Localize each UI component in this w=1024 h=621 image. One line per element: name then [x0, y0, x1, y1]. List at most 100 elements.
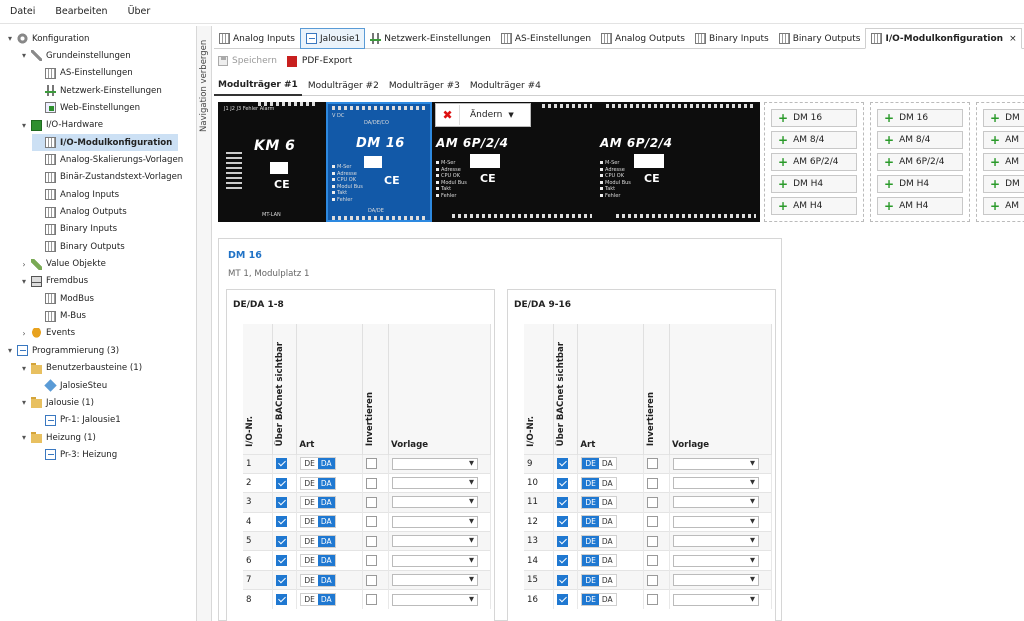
- art-de-option[interactable]: DE: [582, 496, 599, 508]
- bacnet-visible-checkbox[interactable]: [557, 535, 569, 547]
- art-da-option[interactable]: DA: [317, 555, 335, 567]
- add-module-button[interactable]: + DM: [983, 109, 1024, 127]
- tab-modultraeger-3[interactable]: Modulträger #3: [385, 76, 464, 96]
- add-module-button[interactable]: + AM: [983, 131, 1024, 149]
- add-module-button[interactable]: + AM H4: [877, 197, 963, 215]
- expand-toggle-icon[interactable]: ›: [18, 329, 30, 338]
- pdf-export-button[interactable]: PDF-Export: [286, 55, 352, 67]
- tree-item[interactable]: Binär-Zustandstext-Vorlagen: [32, 169, 182, 186]
- art-da-option[interactable]: DA: [598, 555, 616, 567]
- add-module-button[interactable]: + DM H4: [877, 175, 963, 193]
- bacnet-visible-checkbox[interactable]: [276, 516, 288, 528]
- menu-ueber[interactable]: Über: [118, 6, 161, 17]
- menu-datei[interactable]: Datei: [0, 6, 45, 17]
- menu-bearbeiten[interactable]: Bearbeiten: [45, 6, 117, 17]
- art-da-option[interactable]: DA: [317, 458, 335, 470]
- add-module-button[interactable]: + AM: [983, 197, 1024, 215]
- expand-toggle-icon[interactable]: ▾: [4, 34, 16, 43]
- bacnet-visible-checkbox[interactable]: [276, 574, 288, 586]
- art-de-option[interactable]: DE: [582, 535, 599, 547]
- expand-toggle-icon[interactable]: ▾: [18, 277, 30, 286]
- invert-checkbox[interactable]: [647, 477, 659, 489]
- invert-checkbox[interactable]: [647, 496, 659, 508]
- bacnet-visible-checkbox[interactable]: [276, 594, 288, 606]
- art-da-option[interactable]: DA: [598, 458, 616, 470]
- tree-item[interactable]: AS-Einstellungen: [32, 65, 133, 82]
- expand-toggle-icon[interactable]: ▾: [18, 398, 30, 407]
- tab-modultraeger-1[interactable]: Modulträger #1: [214, 76, 302, 96]
- add-module-button[interactable]: + DM 16: [877, 109, 963, 127]
- vorlage-dropdown[interactable]: [392, 477, 479, 490]
- invert-checkbox[interactable]: [366, 535, 378, 547]
- tree-item[interactable]: ModBus: [32, 290, 94, 307]
- art-de-option[interactable]: DE: [301, 535, 318, 547]
- art-de-option[interactable]: DE: [301, 555, 318, 567]
- vorlage-dropdown[interactable]: [673, 477, 760, 490]
- invert-checkbox[interactable]: [647, 574, 659, 586]
- tree-item[interactable]: Analog Outputs: [32, 204, 127, 221]
- tree-item[interactable]: I/O-Modulkonfiguration: [32, 134, 179, 152]
- tab-analog-outputs[interactable]: Analog Outputs: [596, 28, 690, 49]
- art-da-option[interactable]: DA: [317, 574, 335, 586]
- bacnet-visible-checkbox[interactable]: [557, 477, 569, 489]
- invert-checkbox[interactable]: [366, 574, 378, 586]
- vorlage-dropdown[interactable]: [673, 574, 760, 587]
- tab-io-modulkonfiguration[interactable]: I/O-Modulkonfiguration ×: [865, 28, 1022, 49]
- vorlage-dropdown[interactable]: [392, 515, 479, 528]
- add-module-button[interactable]: + AM: [983, 153, 1024, 171]
- expand-toggle-icon[interactable]: ▾: [18, 433, 30, 442]
- invert-checkbox[interactable]: [366, 496, 378, 508]
- expand-toggle-icon[interactable]: ▾: [18, 364, 30, 373]
- tree-item[interactable]: Netzwerk-Einstellungen: [32, 82, 162, 99]
- invert-checkbox[interactable]: [647, 458, 659, 470]
- tree-item[interactable]: Binary Inputs: [32, 221, 117, 238]
- vorlage-dropdown[interactable]: [673, 554, 760, 567]
- art-de-option[interactable]: DE: [301, 496, 318, 508]
- module-am6p-2[interactable]: AM 6P/2/4 CE M-Ser Adresse CPU OK Modul Bus…: [596, 102, 760, 222]
- change-module-dropdown[interactable]: Ändern ▼: [460, 110, 514, 120]
- bacnet-visible-checkbox[interactable]: [557, 594, 569, 606]
- tab-netzwerk-einstellungen[interactable]: Netzwerk-Einstellungen: [365, 28, 496, 49]
- invert-checkbox[interactable]: [366, 594, 378, 606]
- art-da-option[interactable]: DA: [317, 516, 335, 528]
- art-da-option[interactable]: DA: [598, 535, 616, 547]
- art-da-option[interactable]: DA: [598, 496, 616, 508]
- tab-analog-inputs[interactable]: Analog Inputs: [214, 28, 300, 49]
- vorlage-dropdown[interactable]: [392, 535, 479, 548]
- bacnet-visible-checkbox[interactable]: [276, 477, 288, 489]
- tree-item[interactable]: › Events: [18, 325, 75, 342]
- art-da-option[interactable]: DA: [598, 516, 616, 528]
- tree-item[interactable]: Pr-3: Heizung: [32, 446, 117, 463]
- art-da-option[interactable]: DA: [317, 535, 335, 547]
- navigation-toggle[interactable]: Navigation verbergen: [196, 26, 212, 621]
- vorlage-dropdown[interactable]: [673, 515, 760, 528]
- bacnet-visible-checkbox[interactable]: [276, 555, 288, 567]
- art-da-option[interactable]: DA: [317, 477, 335, 489]
- art-de-option[interactable]: DE: [301, 516, 318, 528]
- art-da-option[interactable]: DA: [598, 594, 616, 606]
- art-de-option[interactable]: DE: [582, 555, 599, 567]
- art-de-option[interactable]: DE: [301, 594, 318, 606]
- vorlage-dropdown[interactable]: [673, 593, 760, 606]
- add-module-button[interactable]: + DM: [983, 175, 1024, 193]
- tree-item[interactable]: M-Bus: [32, 308, 86, 325]
- art-de-option[interactable]: DE: [582, 516, 599, 528]
- invert-checkbox[interactable]: [366, 516, 378, 528]
- art-da-option[interactable]: DA: [317, 496, 335, 508]
- invert-checkbox[interactable]: [366, 458, 378, 470]
- tree-item[interactable]: Binary Outputs: [32, 238, 125, 255]
- save-button[interactable]: Speichern: [218, 56, 277, 66]
- tree-item[interactable]: ▾ I/O-Hardware: [18, 117, 103, 134]
- add-module-button[interactable]: + AM 6P/2/4: [771, 153, 857, 171]
- vorlage-dropdown[interactable]: [673, 535, 760, 548]
- tab-modultraeger-2[interactable]: Modulträger #2: [304, 76, 383, 96]
- bacnet-visible-checkbox[interactable]: [557, 574, 569, 586]
- art-de-option[interactable]: DE: [301, 477, 318, 489]
- invert-checkbox[interactable]: [647, 594, 659, 606]
- tree-item[interactable]: ▾ Fremdbus: [18, 273, 88, 290]
- art-de-option[interactable]: DE: [301, 574, 318, 586]
- add-module-button[interactable]: + DM H4: [771, 175, 857, 193]
- art-de-option[interactable]: DE: [582, 477, 599, 489]
- tab-binary-outputs[interactable]: Binary Outputs: [774, 28, 866, 49]
- tree-item[interactable]: ▾ Grundeinstellungen: [18, 47, 131, 64]
